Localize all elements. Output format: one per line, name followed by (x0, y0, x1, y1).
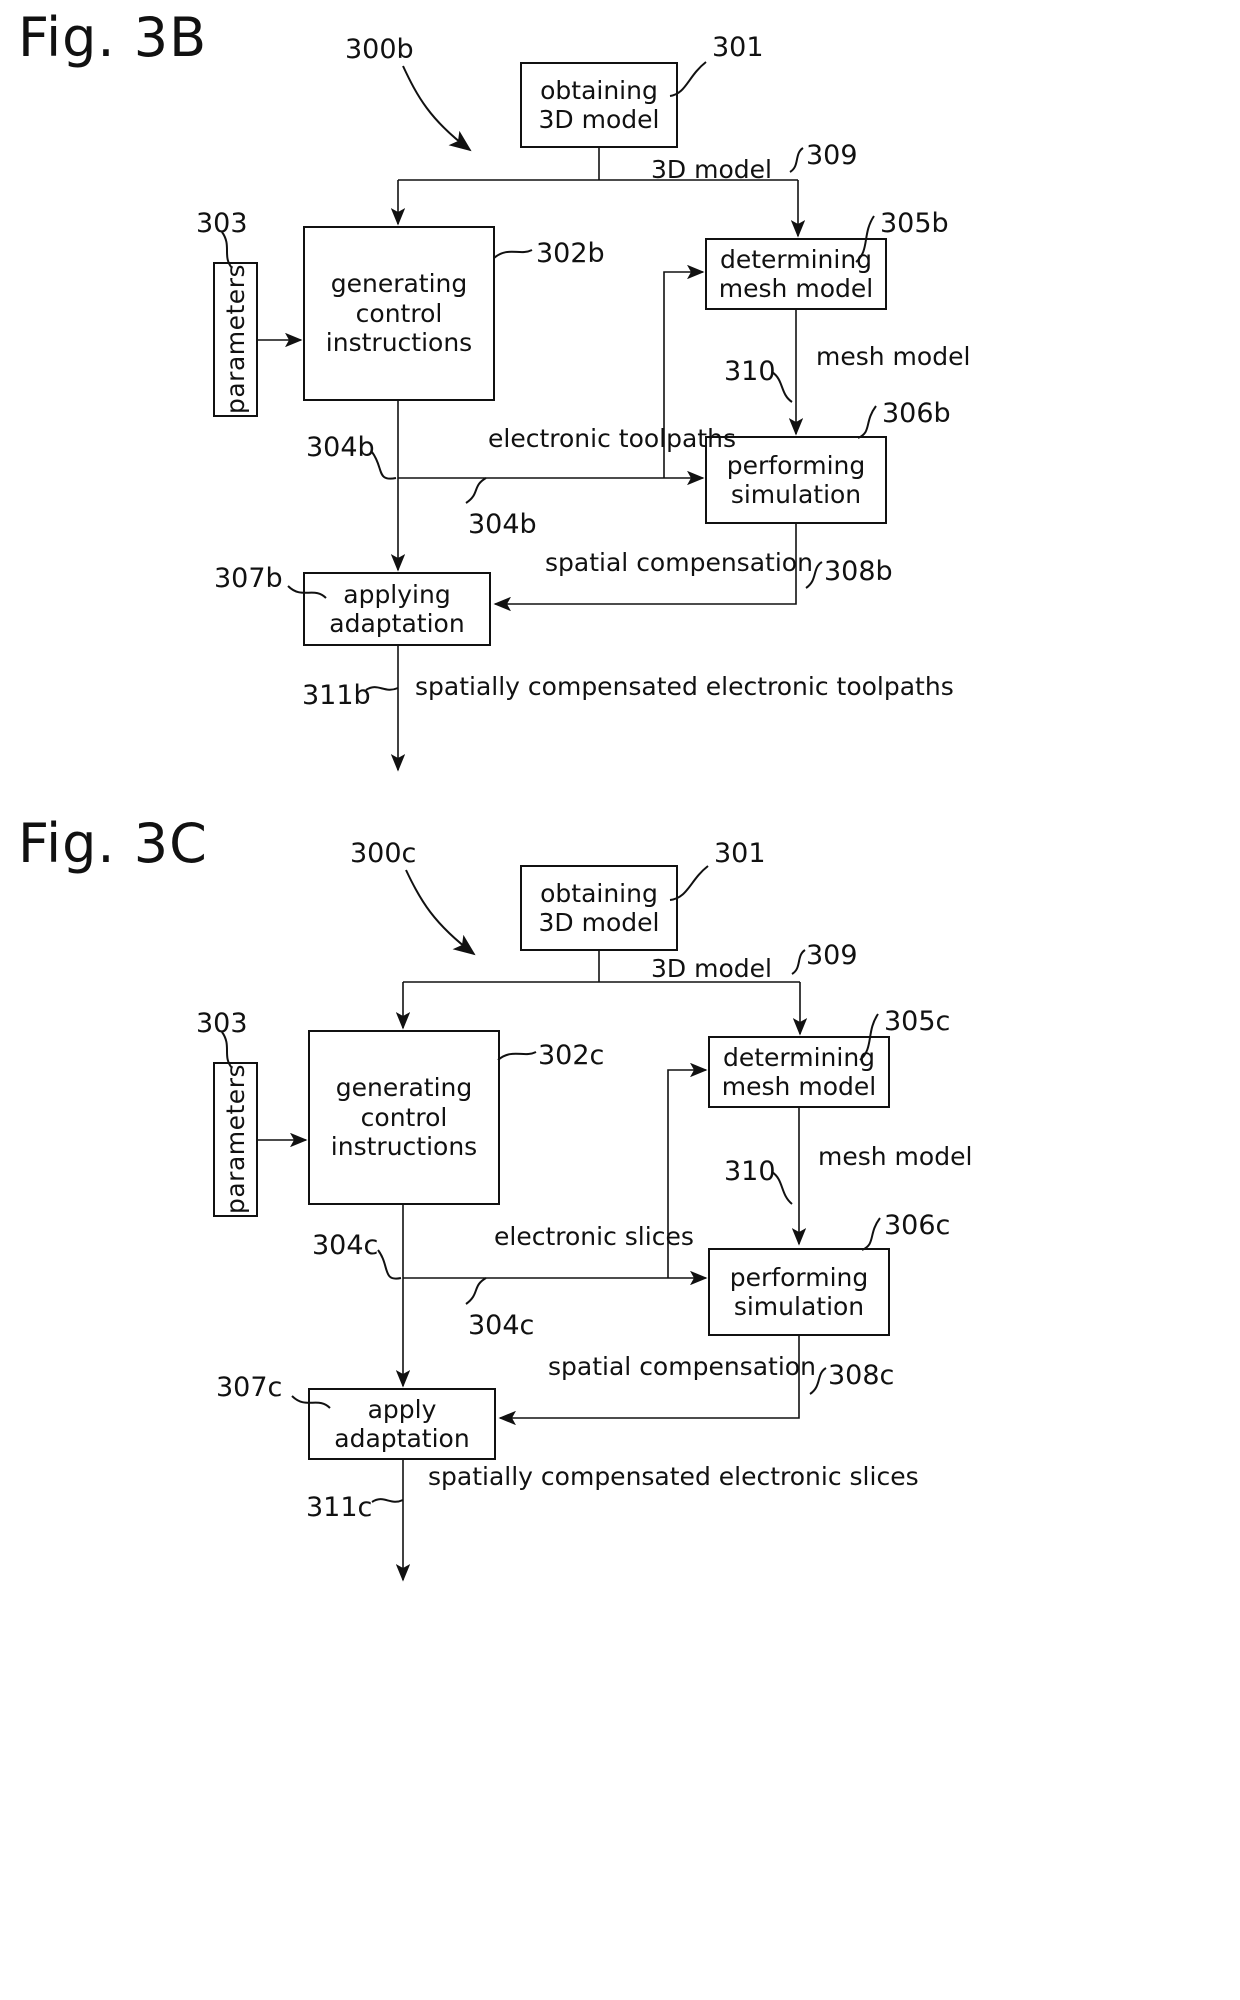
ref-310-b: 310 (724, 356, 776, 387)
ref-305b: 305b (880, 208, 949, 239)
box-obtaining-line2-c: 3D model (538, 908, 660, 937)
edge-label-control-output-line2-c: slices (624, 1222, 694, 1251)
ref-302b: 302b (536, 238, 605, 269)
edge-label-compensation-line2: compensation (636, 548, 813, 577)
box-obtaining-3d-model-b: obtaining 3D model (520, 62, 678, 148)
box-generating-line2: control (355, 298, 443, 328)
edge-label-compensation-line1-c: spatial (548, 1352, 632, 1381)
box-determining-mesh-model-b: determining mesh model (705, 238, 887, 310)
box-generating-line2-c: control (360, 1102, 448, 1132)
box-obtaining-3d-model-c: obtaining 3D model (520, 865, 678, 951)
ref-310-c: 310 (724, 1156, 776, 1187)
box-applying-line1-c: apply (367, 1394, 437, 1424)
edge-label-3d-model-c: 3D model (651, 954, 772, 983)
box-performing-line1: performing (726, 450, 866, 480)
ref-300b: 300b (345, 34, 414, 65)
box-determining-mesh-model-c: determining mesh model (708, 1036, 890, 1108)
box-obtaining-line1-c: obtaining (540, 878, 658, 908)
box-performing-line2: simulation (730, 480, 862, 509)
box-generating-line3: instructions (325, 328, 473, 358)
edge-label-mesh-model-b: mesh model (816, 342, 971, 371)
ref-309-c: 309 (806, 940, 858, 971)
edge-label-output-line2: compensated (527, 672, 698, 701)
edge-label-mesh-model-c: mesh model (818, 1142, 973, 1171)
box-applying-adaptation-b: applying adaptation (303, 572, 491, 646)
box-generating-line3-c: instructions (330, 1132, 478, 1162)
box-parameters-label: parameters (221, 264, 250, 415)
ref-308c: 308c (828, 1360, 895, 1391)
ref-301-c: 301 (714, 838, 766, 869)
edge-label-spatial-compensation-c: spatial compensation (548, 1352, 816, 1382)
box-applying-line1: applying (343, 579, 451, 609)
ref-307c: 307c (216, 1372, 283, 1403)
ref-300c: 300c (350, 838, 417, 869)
box-parameters-c: parameters (213, 1062, 258, 1217)
box-generating-control-instructions-b: generating control instructions (303, 226, 495, 401)
box-applying-line2: adaptation (329, 609, 465, 638)
edge-label-control-output-c: electronic slices (494, 1222, 694, 1252)
ref-306c: 306c (884, 1210, 951, 1241)
box-determining-line1: determining (719, 244, 873, 274)
ref-303-b: 303 (196, 208, 248, 239)
edge-label-compensation-line1: spatial (545, 548, 629, 577)
box-performing-simulation-c: performing simulation (708, 1248, 890, 1336)
ref-301-b: 301 (712, 32, 764, 63)
edge-label-output-b: spatially compensated electronic toolpat… (415, 672, 954, 702)
box-applying-line2-c: adaptation (334, 1424, 470, 1453)
edge-label-output-line1: spatially (415, 672, 520, 701)
ref-304b-left: 304b (306, 432, 375, 463)
edge-label-output-line3-c: electronic slices (718, 1462, 919, 1491)
ref-302c: 302c (538, 1040, 605, 1071)
ref-304c-left: 304c (312, 1230, 379, 1261)
figure-3b-title: Fig. 3B (18, 6, 208, 69)
edge-label-compensation-line2-c: compensation (639, 1352, 816, 1381)
edge-label-control-output-line2: toolpaths (618, 424, 736, 453)
ref-309-b: 309 (806, 140, 858, 171)
edge-label-output-c: spatially compensated electronic slices (428, 1462, 919, 1492)
box-determining-line1-c: determining (722, 1042, 876, 1072)
edge-label-output-line3: electronic toolpaths (705, 672, 954, 701)
ref-306b: 306b (882, 398, 951, 429)
edge-label-output-line2-c: compensated (540, 1462, 711, 1491)
box-generating-line1-c: generating (335, 1073, 473, 1103)
ref-307b: 307b (214, 563, 283, 594)
box-determining-line2-c: mesh model (721, 1072, 877, 1101)
edge-label-spatial-compensation-b: spatial compensation (545, 548, 813, 578)
ref-308b: 308b (824, 556, 893, 587)
box-obtaining-line1: obtaining (540, 75, 658, 105)
edge-label-control-output-line1: electronic (488, 424, 611, 453)
ref-304c-mid: 304c (468, 1310, 535, 1341)
edge-label-control-output-b: electronic toolpaths (488, 424, 736, 454)
box-obtaining-line2: 3D model (538, 105, 660, 134)
box-parameters-b: parameters (213, 262, 258, 417)
ref-311c: 311c (306, 1492, 373, 1523)
box-generating-line1: generating (330, 269, 468, 299)
box-parameters-label-c: parameters (221, 1064, 250, 1215)
ref-303-c: 303 (196, 1008, 248, 1039)
ref-305c: 305c (884, 1006, 951, 1037)
ref-311b: 311b (302, 680, 371, 711)
edge-label-output-line1-c: spatially (428, 1462, 533, 1491)
edge-label-3d-model-b: 3D model (651, 155, 772, 184)
connector-lines (221, 61, 881, 1582)
box-determining-line2: mesh model (718, 274, 874, 303)
edge-label-control-output-line1-c: electronic (494, 1222, 617, 1251)
ref-304b-mid: 304b (468, 509, 537, 540)
box-apply-adaptation-c: apply adaptation (308, 1388, 496, 1460)
box-performing-line1-c: performing (729, 1262, 869, 1292)
box-performing-line2-c: simulation (733, 1292, 865, 1321)
box-generating-control-instructions-c: generating control instructions (308, 1030, 500, 1205)
figure-3c-title: Fig. 3C (18, 812, 208, 875)
